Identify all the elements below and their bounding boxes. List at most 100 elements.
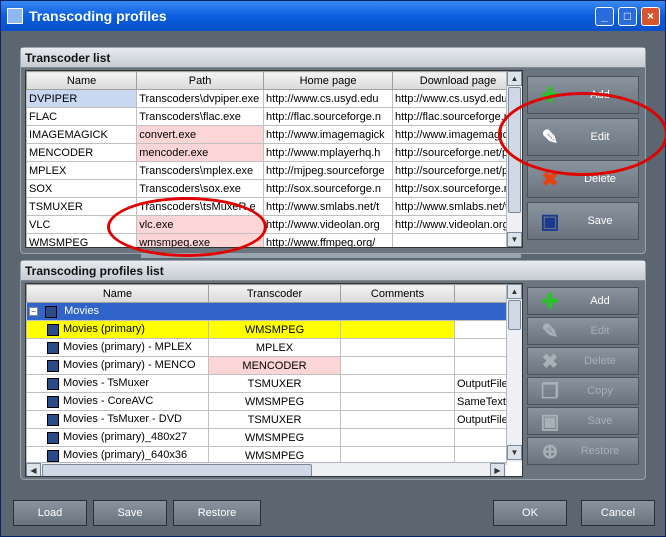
scroll-down-arrow-icon[interactable]: ▼ [507, 445, 522, 460]
profiles-table[interactable]: Name Transcoder Comments − Movies Movies… [25, 283, 523, 477]
transcoder-delete-button[interactable]: ✖ Delete [527, 160, 639, 198]
transcoder-name-cell[interactable]: SOX [26, 179, 138, 198]
profile-transcoder-cell[interactable]: MENCODER [208, 356, 341, 375]
transcoder-path-cell[interactable]: wmsmpeg.exe [136, 233, 265, 247]
splitter-handle[interactable] [141, 254, 521, 258]
profile-save-button[interactable]: ▣ Save [527, 407, 639, 435]
bottom-restore-button[interactable]: Restore [173, 500, 261, 526]
transcoder-home-cell[interactable]: http://www.smlabs.net/t [263, 197, 393, 216]
profiles-horizontal-scrollbar[interactable]: ◀ ▶ [26, 462, 506, 476]
column-header-name[interactable]: Name [26, 71, 138, 90]
transcoder-row[interactable]: DVPIPER Transcoders\dvpiper.exe http://www… [26, 89, 522, 108]
column-header-transcoder[interactable]: Transcoder [208, 284, 341, 303]
profile-name-cell[interactable]: Movies - TsMuxer [26, 374, 209, 393]
profile-row[interactable]: Movies - TsMuxer - DVD TSMUXER OutputFile [26, 410, 507, 429]
transcoder-name-cell[interactable]: VLC [26, 215, 138, 234]
profile-transcoder-cell[interactable]: WMSMPEG [208, 428, 341, 447]
transcoder-path-cell[interactable]: Transcoders\tsMuxeR.e [136, 197, 265, 216]
transcoder-edit-button[interactable]: ✎ Edit [527, 118, 639, 156]
cancel-button[interactable]: Cancel [581, 500, 655, 526]
transcoder-home-cell[interactable]: http://www.videolan.org [263, 215, 393, 234]
transcoder-name-cell[interactable]: DVPIPER [26, 89, 138, 108]
profile-row[interactable]: Movies (primary) - MENCO MENCODER [26, 356, 507, 375]
tree-group-row[interactable]: − Movies [26, 302, 507, 321]
transcoder-download-cell[interactable]: http://flac.sourceforge.n [391, 107, 522, 126]
transcoder-home-cell[interactable]: http://flac.sourceforge.n [263, 107, 393, 126]
transcoder-download-cell[interactable]: http://www.smlabs.net/t [391, 197, 522, 216]
profile-comments-cell[interactable] [340, 338, 455, 357]
transcoder-home-cell[interactable]: http://www.ffmpeg.org/ [263, 233, 393, 247]
transcoder-home-cell[interactable]: http://www.mplayerhq.h [263, 143, 393, 162]
profile-row[interactable]: Movies (primary)_480x27 WMSMPEG [26, 428, 507, 447]
profile-transcoder-cell[interactable]: TSMUXER [208, 374, 341, 393]
transcoder-row[interactable]: IMAGEMAGICK convert.exe http://www.imagema… [26, 125, 522, 144]
transcoder-name-cell[interactable]: MENCODER [26, 143, 138, 162]
transcoder-download-cell[interactable]: http://www.videolan.org [391, 215, 522, 234]
profile-name-cell[interactable]: Movies (primary) - MENCO [26, 356, 209, 375]
transcoder-name-cell[interactable]: WMSMPEG [26, 233, 138, 247]
column-header-extra[interactable] [454, 284, 507, 303]
transcoder-path-cell[interactable]: Transcoders\dvpiper.exe [136, 89, 265, 108]
profile-comments-cell[interactable] [340, 374, 455, 393]
transcoder-name-cell[interactable]: FLAC [26, 107, 138, 126]
profile-name-cell[interactable]: Movies - TsMuxer - DVD [26, 410, 209, 429]
column-header-profile-name[interactable]: Name [26, 284, 209, 303]
transcoder-home-cell[interactable]: http://www.imagemagick [263, 125, 393, 144]
profile-edit-button[interactable]: ✎ Edit [527, 317, 639, 345]
transcoder-path-cell[interactable]: Transcoders\flac.exe [136, 107, 265, 126]
transcoder-home-cell[interactable]: http://sox.sourceforge.n [263, 179, 393, 198]
scroll-down-arrow-icon[interactable]: ▼ [507, 232, 522, 247]
profile-delete-button[interactable]: ✖ Delete [527, 347, 639, 375]
scroll-thumb[interactable] [42, 464, 312, 476]
profile-extra-cell[interactable] [454, 428, 507, 447]
profile-transcoder-cell[interactable]: WMSMPEG [208, 320, 341, 339]
transcoder-download-cell[interactable]: http://www.cs.usyd.edu [391, 89, 522, 108]
profiles-vertical-scrollbar[interactable]: ▲ ▼ [506, 284, 522, 462]
transcoder-download-cell[interactable]: http://sourceforge.net/p [391, 143, 522, 162]
transcoder-download-cell[interactable] [391, 233, 522, 247]
transcoder-row[interactable]: MENCODER mencoder.exe http://www.mplayerhq… [26, 143, 522, 162]
transcoder-row[interactable]: WMSMPEG wmsmpeg.exe http://www.ffmpeg.org/ [26, 233, 522, 247]
column-header-path[interactable]: Path [136, 71, 265, 90]
profile-extra-cell[interactable] [454, 320, 507, 339]
column-header-comments[interactable]: Comments [340, 284, 455, 303]
profile-extra-cell[interactable]: SameText [454, 392, 507, 411]
ok-button[interactable]: OK [493, 500, 567, 526]
profile-extra-cell[interactable]: OutputFile [454, 410, 507, 429]
profile-comments-cell[interactable] [340, 356, 455, 375]
profile-extra-cell[interactable] [454, 338, 507, 357]
profile-row[interactable]: Movies (primary) WMSMPEG [26, 320, 507, 339]
load-button[interactable]: Load [13, 500, 87, 526]
transcoder-path-cell[interactable]: convert.exe [136, 125, 265, 144]
transcoder-add-button[interactable]: ✚ Add [527, 76, 639, 114]
transcoder-row[interactable]: MPLEX Transcoders\mplex.exe http://mjpeg.s… [26, 161, 522, 180]
transcoder-vertical-scrollbar[interactable]: ▲ ▼ [506, 71, 522, 247]
scroll-thumb[interactable] [508, 87, 521, 213]
profile-name-cell[interactable]: Movies (primary) [26, 320, 209, 339]
column-header-home-page[interactable]: Home page [263, 71, 393, 90]
profile-name-cell[interactable]: Movies (primary)_480x27 [26, 428, 209, 447]
transcoder-row[interactable]: TSMUXER Transcoders\tsMuxeR.e http://www.s… [26, 197, 522, 216]
transcoder-name-cell[interactable]: TSMUXER [26, 197, 138, 216]
transcoder-row[interactable]: VLC vlc.exe http://www.videolan.org http://… [26, 215, 522, 234]
transcoder-table[interactable]: Name Path Home page Download page DVPIPE… [25, 70, 523, 248]
transcoder-path-cell[interactable]: Transcoders\sox.exe [136, 179, 265, 198]
profile-comments-cell[interactable] [340, 410, 455, 429]
profile-transcoder-cell[interactable]: MPLEX [208, 338, 341, 357]
scroll-thumb[interactable] [508, 300, 521, 330]
scroll-right-arrow-icon[interactable]: ▶ [490, 463, 505, 476]
profile-comments-cell[interactable] [340, 428, 455, 447]
collapse-icon[interactable]: − [29, 307, 38, 317]
bottom-save-button[interactable]: Save [93, 500, 167, 526]
transcoder-name-cell[interactable]: IMAGEMAGICK [26, 125, 138, 144]
transcoder-home-cell[interactable]: http://www.cs.usyd.edu [263, 89, 393, 108]
scroll-up-arrow-icon[interactable]: ▲ [507, 71, 522, 86]
close-button[interactable]: × [641, 7, 660, 26]
column-header-download-page[interactable]: Download page [391, 71, 522, 90]
transcoder-row[interactable]: FLAC Transcoders\flac.exe http://flac.sour… [26, 107, 522, 126]
profile-add-button[interactable]: ✚ Add [527, 287, 639, 315]
scroll-up-arrow-icon[interactable]: ▲ [507, 284, 522, 299]
profile-comments-cell[interactable] [340, 392, 455, 411]
transcoder-row[interactable]: SOX Transcoders\sox.exe http://sox.sourcef… [26, 179, 522, 198]
scroll-left-arrow-icon[interactable]: ◀ [26, 463, 41, 476]
